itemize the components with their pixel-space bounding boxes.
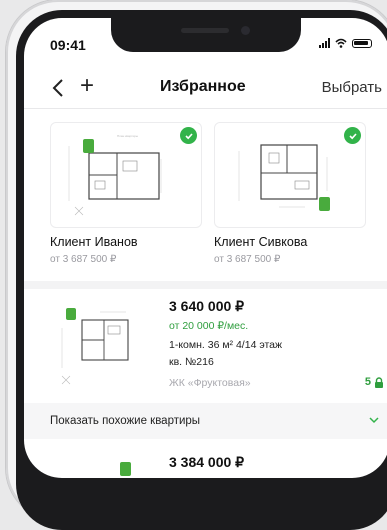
apartment-monthly: от 20 000 ₽/мес. [169,320,249,332]
show-similar-label: Показать похожие квартиры [50,415,201,427]
next-apartment-price: 3 384 000 ₽ [169,454,245,470]
show-similar-row[interactable]: Показать похожие квартиры [24,403,387,439]
add-icon[interactable]: + [80,74,94,98]
navigation-bar: + Избранное Выбрать [24,68,387,108]
apartment-count: 5 [364,376,371,388]
status-time: 09:41 [50,37,86,53]
favorite-card-plan[interactable]: План квартиры [50,122,202,228]
select-button[interactable]: Выбрать [322,79,382,96]
page-title: Избранное [160,78,246,95]
battery-icon [352,38,372,48]
status-icons [319,38,372,48]
apartment-details: 1-комн. 36 м² 4/14 этаж [169,339,283,351]
apartment-count-badge: 5 [365,376,384,388]
client-name[interactable]: Клиент Иванов [50,235,138,249]
notch [111,18,301,52]
section-divider [24,281,387,289]
lock-icon [375,376,383,388]
client-price: от 3 687 500 ₽ [214,254,281,265]
back-chevron-icon[interactable] [50,76,68,100]
wifi-icon [335,38,347,48]
floor-plan-icon [238,144,328,208]
apartment-number: кв. №216 [169,356,214,368]
apartment-complex[interactable]: ЖК «Фруктовая» [169,377,251,389]
plan-tag-icon [120,462,131,476]
speaker-icon [181,28,229,33]
phone-screen: 09:41 + Избранное Выбрать План квартиры [24,18,387,478]
apartment-price: 3 640 000 ₽ [169,298,245,314]
check-icon[interactable] [180,127,197,144]
signal-icon [319,38,330,48]
camera-icon [241,26,250,35]
check-icon[interactable] [344,127,361,144]
svg-text:План квартиры: План квартиры [117,134,138,138]
plan-tag-icon [319,197,330,211]
favorite-card-plan[interactable] [214,122,366,228]
chevron-down-icon [369,417,379,424]
client-price: от 3 687 500 ₽ [50,254,117,265]
floor-plan-icon: План квартиры [68,134,162,216]
apartment-plan-icon[interactable] [56,308,140,390]
plan-tag-icon [83,139,94,153]
client-name[interactable]: Клиент Сивкова [214,235,307,249]
header-divider [24,108,387,109]
